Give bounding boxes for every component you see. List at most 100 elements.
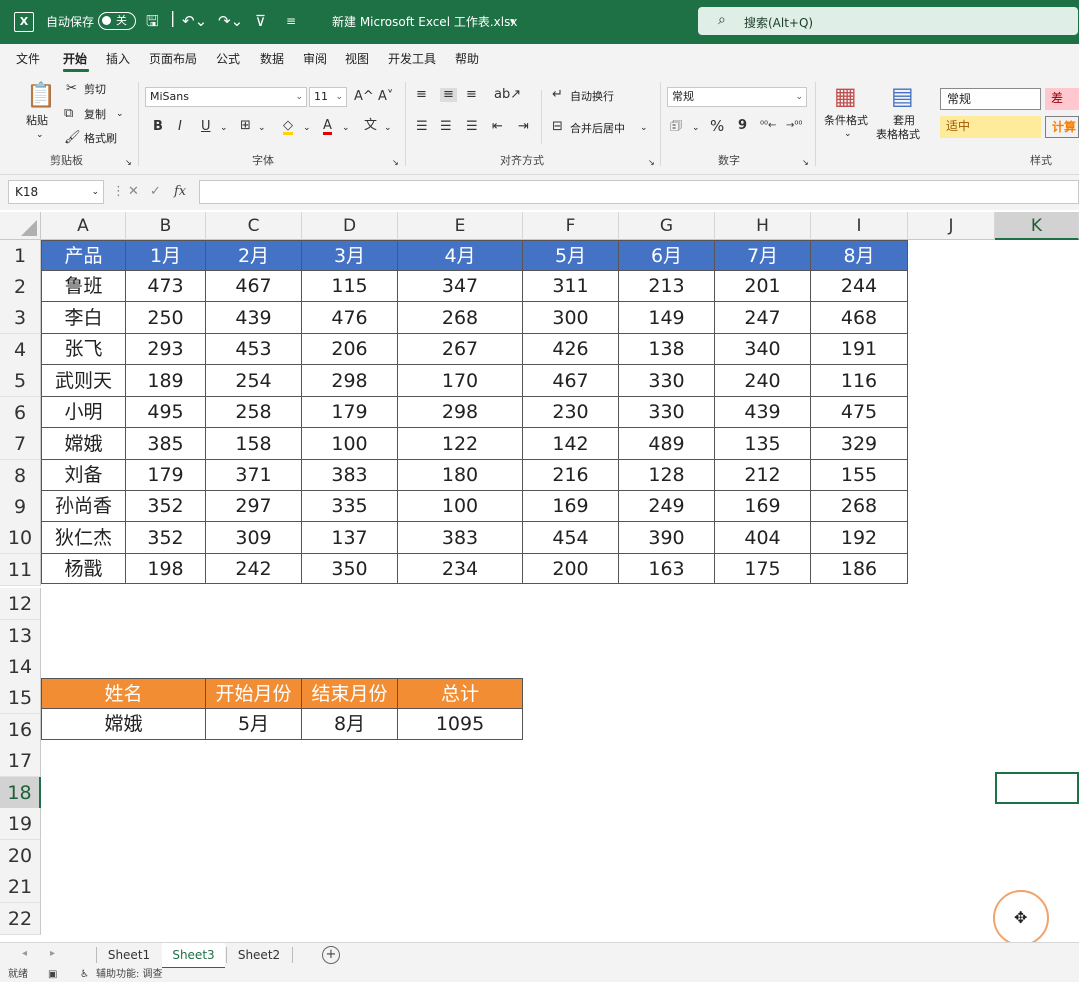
table-cell[interactable]: 179 — [302, 397, 398, 428]
font-name-select[interactable]: MiSans ⌄ — [145, 87, 307, 107]
table-cell[interactable]: 115 — [302, 271, 398, 302]
table-cell[interactable]: 8月 — [302, 709, 398, 740]
table-header-cell[interactable]: 姓名 — [41, 678, 206, 709]
table-cell[interactable]: 247 — [715, 302, 811, 334]
column-header-f[interactable]: F — [523, 212, 619, 240]
row-header-19[interactable]: 19 — [0, 808, 41, 840]
insert-function-button[interactable]: fx — [174, 184, 186, 199]
table-cell[interactable]: 137 — [302, 522, 398, 554]
table-header-cell[interactable]: 1月 — [126, 240, 206, 271]
row-header-11[interactable]: 11 — [0, 554, 41, 586]
orientation-icon[interactable]: ab↗ — [494, 88, 521, 102]
filter-icon[interactable]: ⊽ — [255, 12, 266, 30]
row-header-16[interactable]: 16 — [0, 714, 41, 746]
table-cell[interactable]: 嫦娥 — [41, 428, 126, 460]
format-painter-button[interactable]: 格式刷 — [84, 132, 117, 145]
table-cell[interactable]: 352 — [126, 491, 206, 522]
table-cell[interactable]: 216 — [523, 460, 619, 491]
table-cell[interactable]: 100 — [398, 491, 523, 522]
column-header-b[interactable]: B — [126, 212, 206, 240]
row-header-8[interactable]: 8 — [0, 460, 41, 492]
table-cell[interactable]: 116 — [811, 365, 908, 397]
table-cell[interactable]: 163 — [619, 554, 715, 584]
table-cell[interactable]: 335 — [302, 491, 398, 522]
row-header-6[interactable]: 6 — [0, 397, 41, 429]
scroll-left-icon[interactable]: ◂ — [22, 948, 27, 959]
tab-insert[interactable]: 插入 — [106, 52, 130, 66]
table-cell[interactable]: 426 — [523, 334, 619, 365]
table-cell[interactable]: 476 — [302, 302, 398, 334]
table-cell[interactable]: 201 — [715, 271, 811, 302]
chevron-down-icon[interactable]: ⌄ — [640, 122, 648, 135]
table-cell[interactable]: 258 — [206, 397, 302, 428]
table-cell[interactable]: 250 — [126, 302, 206, 334]
table-cell[interactable]: 340 — [715, 334, 811, 365]
table-header-cell[interactable]: 2月 — [206, 240, 302, 271]
dialog-launcher-icon[interactable]: ↘ — [392, 156, 399, 169]
bold-button[interactable]: B — [153, 120, 163, 134]
tab-page-layout[interactable]: 页面布局 — [149, 52, 197, 66]
paste-button[interactable]: 粘贴 — [26, 114, 48, 127]
table-cell[interactable]: 404 — [715, 522, 811, 554]
column-header-c[interactable]: C — [206, 212, 302, 240]
enter-icon[interactable]: ✓ — [150, 184, 161, 199]
table-header-cell[interactable]: 8月 — [811, 240, 908, 271]
accounting-icon[interactable]: 🗊 — [670, 120, 682, 134]
table-cell[interactable]: 234 — [398, 554, 523, 584]
sheet-tab-sheet1[interactable]: Sheet1 — [98, 943, 160, 967]
style-normal[interactable]: 常规 — [940, 88, 1041, 110]
align-top-icon[interactable]: ≡ — [416, 88, 427, 102]
decrease-indent-icon[interactable]: ⇤ — [492, 120, 503, 134]
dialog-launcher-icon[interactable]: ↘ — [125, 156, 132, 169]
table-cell[interactable]: 180 — [398, 460, 523, 491]
table-cell[interactable]: 467 — [523, 365, 619, 397]
table-cell[interactable]: 330 — [619, 365, 715, 397]
table-cell[interactable]: 138 — [619, 334, 715, 365]
conditional-format-button[interactable]: 条件格式 — [824, 114, 868, 127]
format-as-table-icon[interactable]: ▤ — [891, 83, 914, 109]
phonetic-button[interactable]: 文 — [364, 119, 377, 133]
paste-icon[interactable]: 📋 — [26, 82, 56, 108]
grow-font-icon[interactable]: A^ — [354, 90, 374, 104]
table-cell[interactable]: 385 — [126, 428, 206, 460]
cut-button[interactable]: 剪切 — [84, 83, 106, 96]
row-header-7[interactable]: 7 — [0, 428, 41, 460]
table-cell[interactable]: 298 — [398, 397, 523, 428]
table-cell[interactable]: 268 — [398, 302, 523, 334]
row-header-4[interactable]: 4 — [0, 334, 41, 366]
name-box[interactable]: K18 ⌄ — [8, 180, 104, 204]
table-cell[interactable]: 293 — [126, 334, 206, 365]
table-header-cell[interactable]: 总计 — [398, 678, 523, 709]
table-cell[interactable]: 475 — [811, 397, 908, 428]
table-cell[interactable]: 495 — [126, 397, 206, 428]
row-header-17[interactable]: 17 — [0, 745, 41, 777]
table-cell[interactable]: 149 — [619, 302, 715, 334]
tab-data[interactable]: 数据 — [260, 52, 284, 66]
accessibility-status[interactable]: 辅助功能: 调查 — [96, 968, 163, 982]
table-cell[interactable]: 206 — [302, 334, 398, 365]
autosave-toggle[interactable]: 关 — [98, 12, 136, 30]
select-all-corner[interactable] — [0, 212, 41, 240]
table-cell[interactable]: 453 — [206, 334, 302, 365]
table-cell[interactable]: 267 — [398, 334, 523, 365]
chevron-down-icon[interactable]: ⌄ — [303, 122, 311, 135]
tab-home[interactable]: 开始 — [63, 52, 87, 66]
comma-button[interactable]: 9 — [738, 119, 747, 133]
percent-button[interactable]: % — [710, 119, 724, 134]
dialog-launcher-icon[interactable]: ↘ — [802, 156, 809, 169]
column-header-j[interactable]: J — [908, 212, 995, 240]
align-left-icon[interactable]: ☰ — [416, 120, 428, 134]
table-cell[interactable]: 杨戬 — [41, 554, 126, 584]
column-header-a[interactable]: A — [41, 212, 126, 240]
table-cell[interactable]: 254 — [206, 365, 302, 397]
style-bad[interactable]: 差 — [1045, 88, 1079, 110]
table-cell[interactable]: 5月 — [206, 709, 302, 740]
fill-color-icon[interactable]: ◇ — [283, 119, 293, 135]
table-cell[interactable]: 473 — [126, 271, 206, 302]
row-header-21[interactable]: 21 — [0, 871, 41, 903]
table-cell[interactable]: 439 — [715, 397, 811, 428]
tab-help[interactable]: 帮助 — [455, 52, 479, 66]
table-cell[interactable]: 175 — [715, 554, 811, 584]
scroll-right-icon[interactable]: ▸ — [50, 948, 55, 959]
tab-view[interactable]: 视图 — [345, 52, 369, 66]
